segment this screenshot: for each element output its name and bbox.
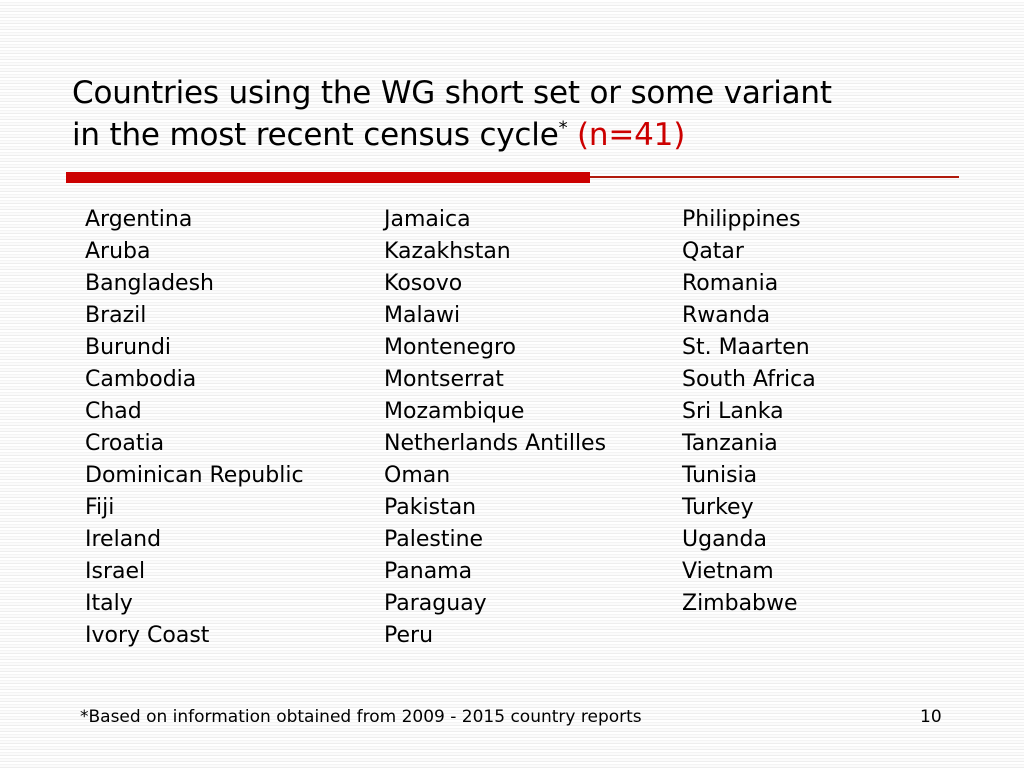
list-item: Romania bbox=[682, 271, 779, 296]
list-item: Kazakhstan bbox=[384, 239, 511, 264]
list-item: Sri Lanka bbox=[682, 399, 784, 424]
list-item: Fiji bbox=[85, 495, 115, 520]
list-item: Paraguay bbox=[384, 591, 487, 616]
page-title: Countries using the WG short set or some… bbox=[72, 72, 972, 156]
list-item: Ivory Coast bbox=[85, 623, 210, 648]
list-item: Montenegro bbox=[384, 335, 517, 360]
list-item: Turkey bbox=[682, 495, 754, 520]
list-item: Pakistan bbox=[384, 495, 477, 520]
title-count-badge: (n=41) bbox=[577, 117, 686, 153]
list-item: Palestine bbox=[384, 527, 484, 552]
country-column-1: Argentina Aruba Bangladesh Brazil Burund… bbox=[85, 204, 384, 652]
list-item: Mozambique bbox=[384, 399, 525, 424]
list-item: Cambodia bbox=[85, 367, 197, 392]
list-item: Oman bbox=[384, 463, 451, 488]
slide-title-block: Countries using the WG short set or some… bbox=[72, 72, 972, 156]
list-item: Brazil bbox=[85, 303, 147, 328]
list-item: Burundi bbox=[85, 335, 172, 360]
list-item: Ireland bbox=[85, 527, 162, 552]
country-column-2: Jamaica Kazakhstan Kosovo Malawi Montene… bbox=[384, 204, 682, 652]
slide-canvas: Countries using the WG short set or some… bbox=[0, 0, 1024, 768]
list-item: Bangladesh bbox=[85, 271, 214, 296]
slide-footnote: *Based on information obtained from 2009… bbox=[80, 707, 642, 727]
country-list: Argentina Aruba Bangladesh Brazil Burund… bbox=[85, 204, 985, 652]
list-item: Aruba bbox=[85, 239, 151, 264]
title-line-1: Countries using the WG short set or some… bbox=[72, 75, 832, 111]
list-item: Kosovo bbox=[384, 271, 463, 296]
divider-thin-rule bbox=[590, 176, 959, 178]
list-item: South Africa bbox=[682, 367, 816, 392]
list-item: Zimbabwe bbox=[682, 591, 798, 616]
list-item: Panama bbox=[384, 559, 473, 584]
list-item: Tanzania bbox=[682, 431, 778, 456]
title-space bbox=[567, 117, 577, 153]
title-divider bbox=[66, 172, 959, 184]
list-item: Peru bbox=[384, 623, 434, 648]
divider-thick-bar bbox=[66, 172, 590, 183]
list-item: Philippines bbox=[682, 207, 801, 232]
title-line-2-main: in the most recent census cycle bbox=[72, 117, 559, 153]
list-item: Malawi bbox=[384, 303, 461, 328]
list-item: Israel bbox=[85, 559, 146, 584]
list-item: Croatia bbox=[85, 431, 165, 456]
list-item: Netherlands Antilles bbox=[384, 431, 607, 456]
list-item: Qatar bbox=[682, 239, 744, 264]
list-item: Vietnam bbox=[682, 559, 774, 584]
list-item: Italy bbox=[85, 591, 133, 616]
slide-page-number: 10 bbox=[920, 707, 942, 727]
country-column-3: Philippines Qatar Romania Rwanda St. Maa… bbox=[682, 204, 972, 620]
list-item: Rwanda bbox=[682, 303, 771, 328]
list-item: Montserrat bbox=[384, 367, 504, 392]
list-item: Uganda bbox=[682, 527, 767, 552]
title-line-2: in the most recent census cycle* (n=41) bbox=[72, 114, 972, 156]
list-item: Chad bbox=[85, 399, 142, 424]
list-item: Argentina bbox=[85, 207, 193, 232]
list-item: Jamaica bbox=[384, 207, 471, 232]
list-item: St. Maarten bbox=[682, 335, 810, 360]
list-item: Dominican Republic bbox=[85, 463, 304, 488]
list-item: Tunisia bbox=[682, 463, 758, 488]
